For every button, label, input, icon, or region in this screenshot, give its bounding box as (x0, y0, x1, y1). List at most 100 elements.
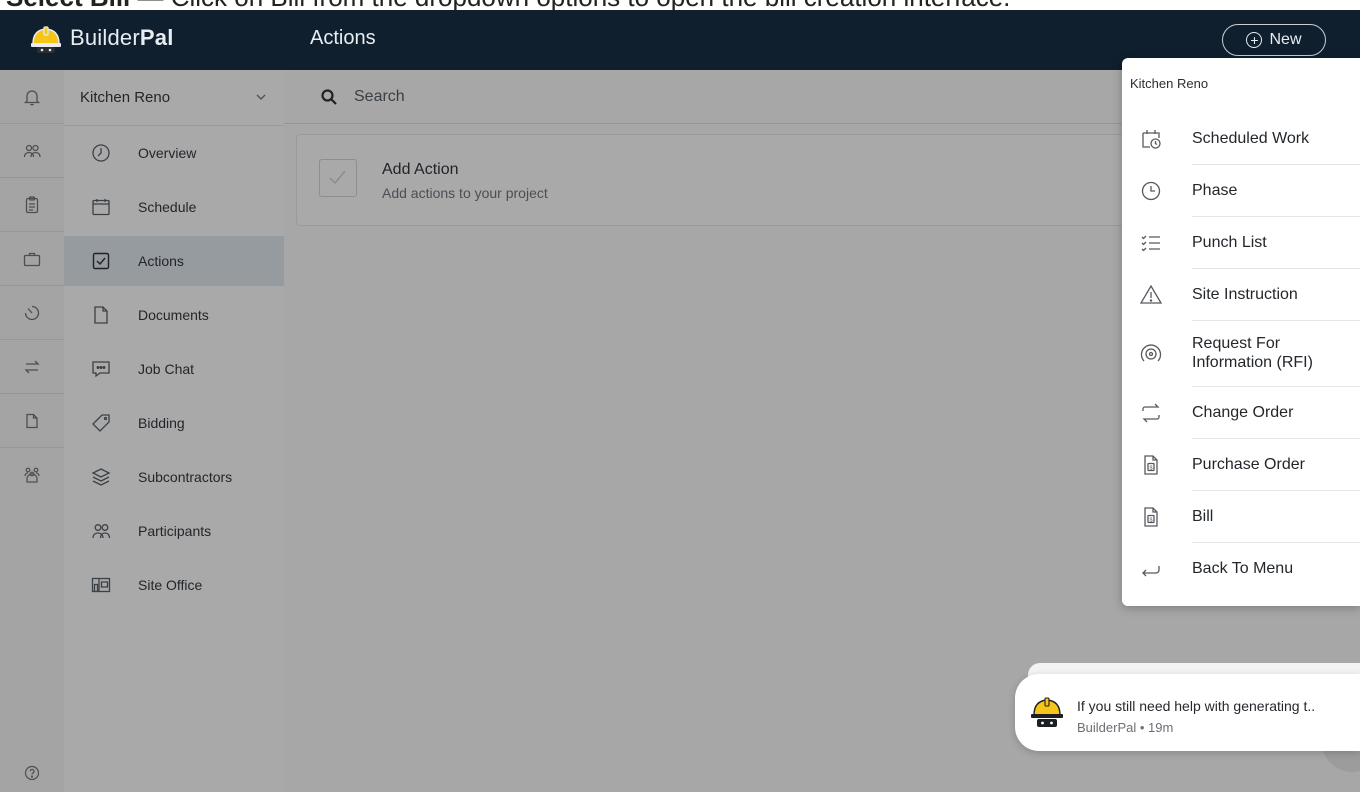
calendar-icon (92, 199, 110, 216)
menu-item-phase[interactable]: Phase (1122, 165, 1360, 217)
instruction-caption: Select Bill — Click on Bill from the dro… (0, 0, 1360, 10)
page-title: Actions (310, 27, 376, 49)
nav-item-actions[interactable]: Actions (64, 236, 284, 286)
clock-icon (1138, 178, 1164, 204)
chat-notification-toast[interactable]: If you still need help with generating t… (1015, 674, 1360, 751)
nav-item-label: Subcontractors (138, 469, 233, 485)
nav-item-label: Schedule (138, 199, 197, 215)
broadcast-icon (1138, 341, 1164, 367)
people-icon (23, 144, 41, 157)
new-dropdown-menu: Kitchen Reno Scheduled Work Phase Punch … (1122, 58, 1360, 606)
back-arrow-icon (1138, 556, 1164, 582)
rail-people[interactable] (0, 124, 64, 178)
nav-item-job-chat[interactable]: Job Chat (64, 344, 284, 394)
menu-item-label: Scheduled Work (1192, 130, 1310, 147)
timer-icon (24, 305, 40, 320)
svg-text:$: $ (1149, 517, 1152, 523)
card-subtitle: Add actions to your project (382, 185, 548, 201)
help-icon (24, 765, 40, 781)
menu-item-label: Phase (1192, 182, 1238, 199)
rail-briefcase[interactable] (0, 232, 64, 286)
chat-icon (92, 361, 110, 378)
brand-name: BuilderPal (70, 25, 174, 50)
nav-item-label: Overview (138, 145, 197, 161)
document-icon (94, 306, 108, 324)
nav-item-label: Site Office (138, 577, 203, 593)
nav-item-subcontractors[interactable]: Subcontractors (64, 452, 284, 502)
helmet-logo-icon (31, 26, 61, 53)
new-button[interactable]: + New (1222, 24, 1326, 56)
people-icon (92, 524, 111, 539)
menu-item-label: Back To Menu (1192, 560, 1294, 577)
menu-item-label: Punch List (1192, 234, 1267, 251)
rail-group[interactable] (0, 448, 64, 502)
svg-text:$: $ (1149, 465, 1152, 471)
checkbox-icon (319, 159, 357, 197)
menu-item-scheduled-work[interactable]: Scheduled Work (1122, 113, 1360, 165)
nav-item-overview[interactable]: Overview (64, 128, 284, 178)
swap-icon (1138, 400, 1164, 426)
menu-item-back-to-menu[interactable]: Back To Menu (1122, 543, 1360, 595)
project-name: Kitchen Reno (80, 89, 171, 106)
dollar-document-icon: $ (1138, 452, 1164, 478)
caption-rest: — Click on Bill from the dropdown option… (130, 0, 1011, 10)
group-icon (24, 467, 40, 483)
nav-item-label: Job Chat (138, 361, 195, 377)
nav-item-site-office[interactable]: Site Office (64, 560, 284, 610)
menu-item-punch-list[interactable]: Punch List (1122, 217, 1360, 269)
site-office-icon (91, 577, 111, 593)
icon-rail (0, 70, 65, 792)
builderpal-avatar-icon (1031, 697, 1063, 727)
rail-document[interactable] (0, 394, 64, 448)
clock-icon (92, 144, 110, 162)
dollar-document-icon: $ (1138, 504, 1164, 530)
menu-item-label: Site Instruction (1192, 286, 1298, 303)
swap-icon (24, 360, 40, 373)
search-icon (321, 88, 337, 105)
rail-help[interactable] (0, 758, 64, 788)
nav-item-label: Actions (138, 253, 184, 269)
search-input[interactable]: Search (354, 88, 405, 106)
nav-item-participants[interactable]: Participants (64, 506, 284, 556)
nav-item-label: Participants (138, 523, 212, 539)
calendar-clock-icon (1138, 126, 1164, 152)
menu-item-label: Bill (1192, 508, 1214, 525)
tag-icon (92, 414, 110, 432)
menu-item-purchase-order[interactable]: $ Purchase Order (1122, 439, 1360, 491)
menu-item-label: Purchase Order (1192, 456, 1305, 473)
nav-item-label: Documents (138, 307, 209, 323)
checkbox-icon (92, 252, 110, 270)
menu-item-rfi[interactable]: Request For Information (RFI) (1122, 321, 1360, 387)
rail-swap[interactable] (0, 340, 64, 394)
toast-message: If you still need help with generating t… (1077, 698, 1316, 714)
checklist-icon (1138, 230, 1164, 256)
briefcase-icon (23, 252, 41, 266)
card-title: Add Action (382, 161, 459, 178)
menu-item-change-order[interactable]: Change Order (1122, 387, 1360, 439)
chevron-down-icon (256, 94, 266, 100)
rail-bell[interactable] (0, 70, 64, 124)
toast-meta: BuilderPal • 19m (1077, 720, 1174, 735)
menu-item-label: Request For Information (RFI) (1192, 335, 1313, 371)
rail-timer[interactable] (0, 286, 64, 340)
nav-item-label: Bidding (138, 415, 185, 431)
add-action-card[interactable]: Add Action Add actions to your project (296, 134, 1124, 226)
layers-icon (91, 468, 111, 486)
nav-item-bidding[interactable]: Bidding (64, 398, 284, 448)
rail-clipboard[interactable] (0, 178, 64, 232)
project-selector[interactable]: Kitchen Reno (64, 70, 284, 126)
dropdown-header: Kitchen Reno (1130, 76, 1209, 91)
plus-circle-icon: + (1246, 32, 1263, 48)
clipboard-icon (25, 195, 39, 213)
project-nav-panel: Kitchen Reno Overview Schedule Actions D… (64, 70, 284, 792)
new-button-label: New (1269, 31, 1302, 48)
menu-item-site-instruction[interactable]: Site Instruction (1122, 269, 1360, 321)
menu-item-label: Change Order (1192, 404, 1294, 421)
warning-icon (1138, 282, 1164, 308)
document-icon (26, 413, 38, 428)
nav-item-documents[interactable]: Documents (64, 290, 284, 340)
menu-item-bill[interactable]: $ Bill (1122, 491, 1360, 543)
bell-icon (23, 89, 41, 105)
search-bar[interactable]: Search (284, 70, 1124, 124)
nav-item-schedule[interactable]: Schedule (64, 182, 284, 232)
